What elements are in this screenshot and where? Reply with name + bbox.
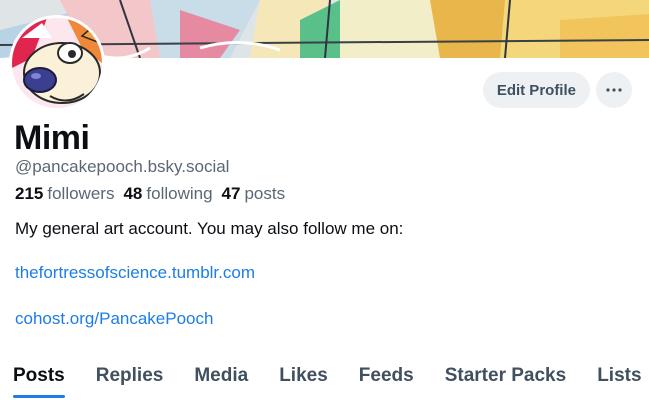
avatar-image xyxy=(12,18,102,108)
profile-bio: My general art account. You may also fol… xyxy=(15,219,404,238)
tab-media-label: Media xyxy=(194,365,249,386)
followers-count: 215 xyxy=(15,184,44,203)
tab-starter-packs-label: Starter Packs xyxy=(444,365,567,386)
tab-posts-label: Posts xyxy=(13,365,65,386)
edit-profile-button[interactable]: Edit Profile xyxy=(482,72,590,108)
profile-stats: 215 followers 48 following 47 posts xyxy=(15,184,294,204)
tab-lists-label: Lists xyxy=(597,365,642,386)
active-tab-indicator xyxy=(13,395,65,398)
tab-posts[interactable]: Posts xyxy=(13,362,65,400)
following-count: 48 xyxy=(123,184,143,203)
tab-starter-packs[interactable]: Starter Packs xyxy=(445,362,566,400)
following-stat[interactable]: 48 following xyxy=(123,184,212,204)
tab-replies-label: Replies xyxy=(95,365,164,386)
following-label: following xyxy=(146,184,213,203)
tab-lists[interactable]: Lists xyxy=(597,362,641,400)
tab-feeds[interactable]: Feeds xyxy=(359,362,414,400)
bio-link-cohost[interactable]: cohost.org/PancakePooch xyxy=(15,309,213,329)
posts-label: posts xyxy=(244,184,286,203)
profile-tabs: Posts Replies Media Likes Feeds Starter … xyxy=(0,362,649,400)
bio-link-tumblr[interactable]: thefortressofscience.tumblr.com xyxy=(15,263,255,283)
user-handle: @pancakepooch.bsky.social xyxy=(15,157,230,176)
profile-actions: Edit Profile xyxy=(482,72,632,108)
tab-likes[interactable]: Likes xyxy=(279,362,328,400)
more-options-button[interactable] xyxy=(596,72,632,108)
tab-likes-label: Likes xyxy=(279,365,328,386)
tab-media[interactable]: Media xyxy=(194,362,248,400)
followers-label: followers xyxy=(47,184,115,203)
avatar[interactable] xyxy=(9,15,105,111)
posts-count: 47 xyxy=(221,184,241,203)
posts-stat: 47 posts xyxy=(222,184,286,204)
ellipsis-icon xyxy=(606,88,622,92)
tab-feeds-label: Feeds xyxy=(358,365,414,386)
followers-stat[interactable]: 215 followers xyxy=(15,184,114,204)
tab-replies[interactable]: Replies xyxy=(96,362,164,400)
display-name: Mimi xyxy=(14,119,90,157)
